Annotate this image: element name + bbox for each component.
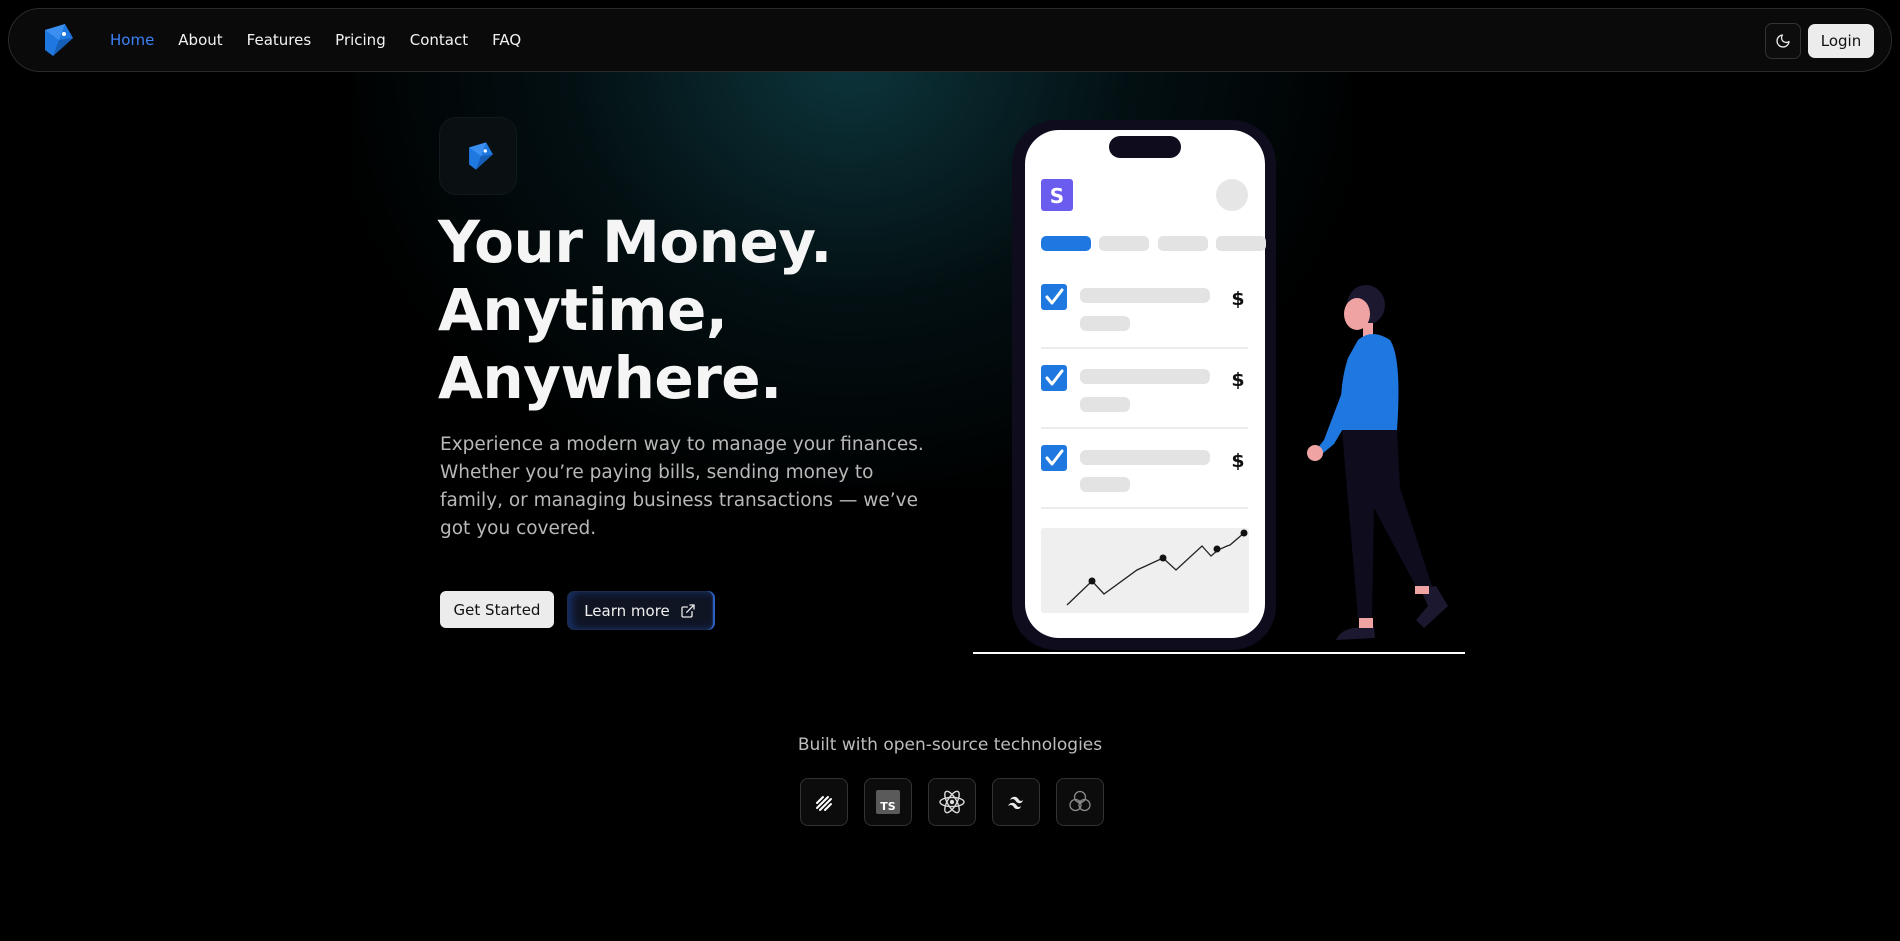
learn-more-label: Learn more xyxy=(584,601,670,620)
tech-caption: Built with open-source technologies xyxy=(797,735,1103,755)
hero-logo-badge xyxy=(440,118,516,194)
svg-text:$: $ xyxy=(1231,369,1244,391)
external-link-icon xyxy=(681,603,695,618)
hero-description: Experience a modern way to manage your f… xyxy=(440,434,924,539)
phone-illustration: S $ $ $ xyxy=(973,120,1465,654)
hero-title-line: Your Money. xyxy=(438,208,832,276)
hero-title: Your Money. Anytime, Anywhere. xyxy=(438,208,958,412)
typescript-icon[interactable]: TS xyxy=(864,778,912,826)
theme-toggle-button[interactable] xyxy=(1765,23,1801,59)
nav-links: Home About Features Pricing Contact FAQ xyxy=(110,31,545,49)
person-figure xyxy=(1307,285,1448,640)
three-js-icon[interactable] xyxy=(1056,778,1104,826)
get-started-button[interactable]: Get Started xyxy=(440,591,554,628)
hero-title-line: Anytime, xyxy=(438,276,728,344)
svg-text:$: $ xyxy=(1231,288,1244,310)
tech-icons-row: TS xyxy=(800,778,1104,826)
nav-link-contact[interactable]: Contact xyxy=(410,31,468,49)
login-button[interactable]: Login xyxy=(1808,24,1874,58)
brand-logo-icon xyxy=(469,142,493,170)
app-letter: S xyxy=(1050,184,1064,208)
svg-text:$: $ xyxy=(1231,450,1244,472)
brand-logo-icon[interactable] xyxy=(39,20,79,60)
moon-icon xyxy=(1776,34,1790,48)
tailwind-icon[interactable] xyxy=(992,778,1040,826)
nav-link-about[interactable]: About xyxy=(178,31,222,49)
nav-link-home[interactable]: Home xyxy=(110,31,154,49)
avatar xyxy=(1216,179,1248,211)
shadcn-icon[interactable] xyxy=(800,778,848,826)
hero-title-line: Anywhere. xyxy=(438,344,782,412)
learn-more-button[interactable]: Learn more xyxy=(567,591,713,630)
nav-link-features[interactable]: Features xyxy=(247,31,312,49)
nav-link-pricing[interactable]: Pricing xyxy=(335,31,386,49)
nav-link-faq[interactable]: FAQ xyxy=(492,31,521,49)
top-navbar: Home About Features Pricing Contact FAQ … xyxy=(8,8,1892,72)
react-icon[interactable] xyxy=(928,778,976,826)
svg-text:TS: TS xyxy=(880,800,896,813)
